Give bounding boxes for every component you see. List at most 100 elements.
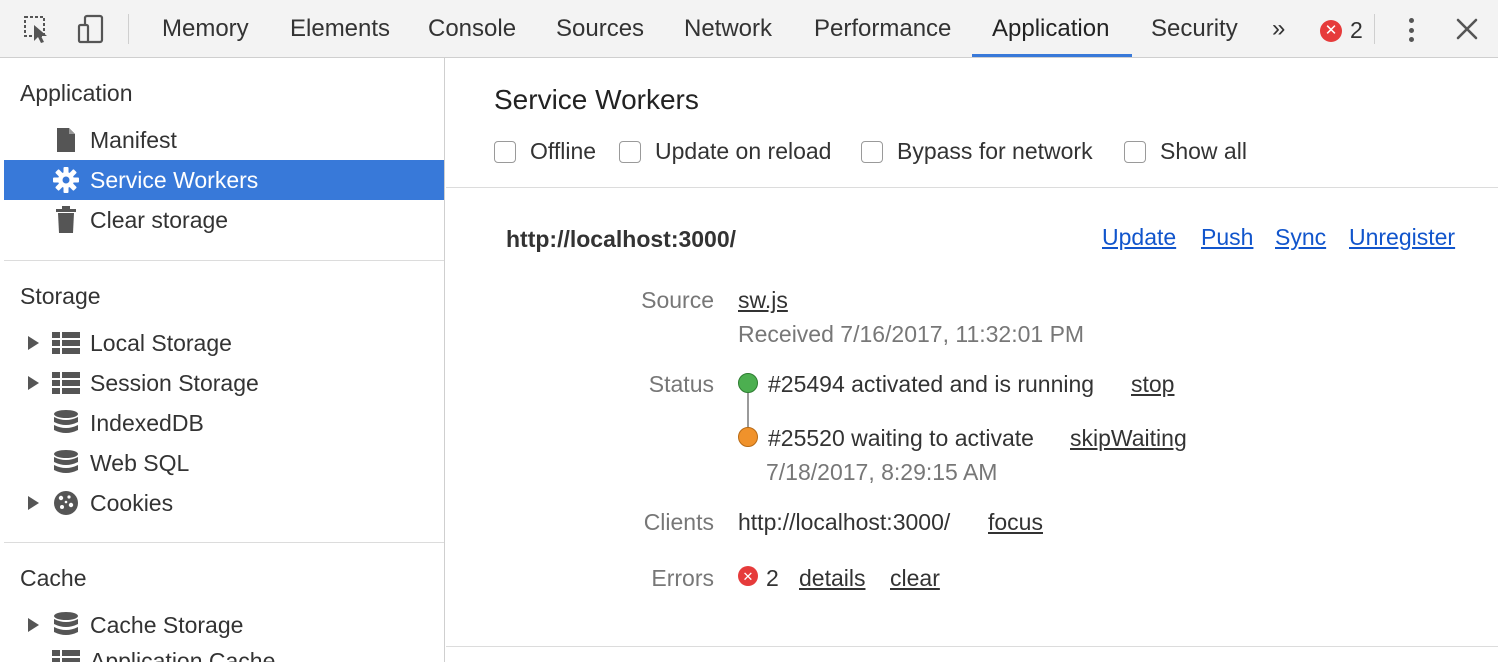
- active-tab-indicator: [972, 54, 1132, 57]
- grid-icon: [52, 329, 80, 357]
- bypass-for-network-checkbox[interactable]: Bypass for network: [861, 138, 1093, 165]
- waiting-status-text: #25520 waiting to activate: [768, 425, 1034, 451]
- source-file-link[interactable]: sw.js: [738, 287, 788, 314]
- sidebar-section-title: Cache: [20, 565, 87, 591]
- checkbox-box[interactable]: [619, 140, 641, 163]
- client-url: http://localhost:3000/: [738, 509, 951, 535]
- section-divider: [446, 646, 1498, 647]
- inspect-element-icon[interactable]: [20, 12, 54, 46]
- expand-arrow-icon[interactable]: [28, 496, 39, 510]
- clear-errors-link[interactable]: clear: [890, 565, 940, 592]
- sidebar-item-label: Application Cache: [90, 648, 276, 662]
- devtools-toolbar: Memory Elements Console Sources Network …: [0, 0, 1498, 58]
- gear-icon: [52, 166, 80, 194]
- tab-sources[interactable]: Sources: [556, 0, 644, 58]
- sidebar-item-local-storage[interactable]: Local Storage: [4, 323, 444, 363]
- checkbox-box[interactable]: [494, 140, 516, 163]
- error-details-link[interactable]: details: [799, 565, 865, 592]
- sidebar-section-title: Storage: [20, 283, 101, 309]
- update-on-reload-checkbox[interactable]: Update on reload: [619, 138, 831, 165]
- database-icon: [52, 409, 80, 437]
- sidebar-section-storage: Storage Local Storage Session Storage In…: [4, 260, 444, 542]
- close-icon[interactable]: [1450, 12, 1484, 46]
- panel-header: Service Workers Offline Update on reload…: [446, 58, 1498, 188]
- trash-icon: [52, 206, 80, 234]
- skip-waiting-link[interactable]: skipWaiting: [1070, 425, 1187, 452]
- expand-arrow-icon[interactable]: [28, 376, 39, 390]
- grid-icon: [52, 647, 80, 662]
- tab-console[interactable]: Console: [428, 0, 516, 58]
- sidebar-item-label: Web SQL: [90, 450, 190, 476]
- sidebar-item-web-sql[interactable]: Web SQL: [4, 443, 444, 483]
- tab-performance[interactable]: Performance: [814, 0, 951, 58]
- sidebar-item-label: Clear storage: [90, 207, 229, 233]
- sidebar-section-application: Application Manifest Service Workers Cle…: [4, 58, 444, 260]
- sidebar-section-cache: Cache Cache Storage Application Cache: [4, 542, 444, 662]
- sidebar-item-label: Session Storage: [90, 370, 259, 396]
- source-label: Source: [641, 287, 714, 313]
- tab-network[interactable]: Network: [684, 0, 772, 58]
- checkbox-label: Offline: [530, 138, 597, 164]
- sidebar-item-application-cache[interactable]: Application Cache: [4, 641, 444, 662]
- sidebar-item-cookies[interactable]: Cookies: [4, 483, 444, 523]
- checkbox-box[interactable]: [861, 140, 883, 163]
- service-workers-panel: Service Workers Offline Update on reload…: [446, 58, 1498, 662]
- show-all-checkbox[interactable]: Show all: [1124, 138, 1247, 165]
- checkbox-label: Bypass for network: [897, 138, 1093, 164]
- received-timestamp: Received 7/16/2017, 11:32:01 PM: [738, 321, 1085, 347]
- tab-elements[interactable]: Elements: [290, 0, 390, 58]
- running-status-dot: [738, 373, 758, 393]
- worker-error-count: 2: [766, 565, 779, 591]
- tab-application[interactable]: Application: [992, 0, 1109, 58]
- sidebar-item-label: Cache Storage: [90, 612, 244, 638]
- focus-link[interactable]: focus: [988, 509, 1043, 536]
- console-error-counter[interactable]: ✕ 2: [1320, 17, 1363, 44]
- grid-icon: [52, 369, 80, 397]
- database-icon: [52, 611, 80, 639]
- sidebar-item-cache-storage[interactable]: Cache Storage: [4, 605, 444, 645]
- running-status-text: #25494 activated and is running: [768, 371, 1095, 397]
- expand-arrow-icon[interactable]: [28, 618, 39, 632]
- waiting-status-dot: [738, 427, 758, 447]
- status-label: Status: [648, 371, 714, 397]
- checkbox-label: Show all: [1160, 138, 1247, 164]
- document-icon: [52, 126, 80, 154]
- error-icon: ✕: [1320, 19, 1342, 42]
- toolbar-divider: [128, 14, 129, 44]
- sidebar-item-manifest[interactable]: Manifest: [4, 120, 444, 160]
- sync-link[interactable]: Sync: [1275, 224, 1326, 251]
- offline-checkbox[interactable]: Offline: [494, 138, 596, 165]
- sidebar-section-title: Application: [20, 80, 133, 106]
- page-title: Service Workers: [494, 84, 699, 115]
- expand-arrow-icon[interactable]: [28, 336, 39, 350]
- sidebar-item-indexeddb[interactable]: IndexedDB: [4, 403, 444, 443]
- errors-label: Errors: [651, 565, 714, 591]
- sidebar-item-clear-storage[interactable]: Clear storage: [4, 200, 444, 240]
- push-link[interactable]: Push: [1201, 224, 1253, 251]
- sidebar-item-label: IndexedDB: [90, 410, 204, 436]
- error-icon: ✕: [738, 566, 758, 586]
- worker-origin: http://localhost:3000/: [506, 226, 737, 252]
- sidebar-item-label: Cookies: [90, 490, 174, 516]
- database-icon: [52, 449, 80, 477]
- more-options-icon[interactable]: [1396, 14, 1426, 46]
- tab-memory[interactable]: Memory: [162, 0, 249, 58]
- sidebar-item-label: Local Storage: [90, 330, 232, 356]
- application-sidebar: Application Manifest Service Workers Cle…: [4, 58, 445, 662]
- sidebar-item-session-storage[interactable]: Session Storage: [4, 363, 444, 403]
- toolbar-divider: [1374, 14, 1375, 44]
- error-count: 2: [1350, 17, 1363, 43]
- waiting-timestamp: 7/18/2017, 8:29:15 AM: [766, 459, 998, 485]
- checkbox-box[interactable]: [1124, 140, 1146, 163]
- sidebar-item-service-workers[interactable]: Service Workers: [4, 160, 444, 200]
- update-link[interactable]: Update: [1102, 224, 1176, 251]
- checkbox-label: Update on reload: [655, 138, 832, 164]
- sidebar-item-label: Manifest: [90, 127, 177, 153]
- unregister-link[interactable]: Unregister: [1349, 224, 1455, 251]
- cookie-icon: [52, 489, 80, 517]
- more-tabs-button[interactable]: »: [1272, 0, 1285, 58]
- tab-security[interactable]: Security: [1151, 0, 1238, 58]
- device-toolbar-icon[interactable]: [74, 12, 108, 46]
- stop-link[interactable]: stop: [1131, 371, 1174, 398]
- sidebar-item-label: Service Workers: [90, 167, 259, 193]
